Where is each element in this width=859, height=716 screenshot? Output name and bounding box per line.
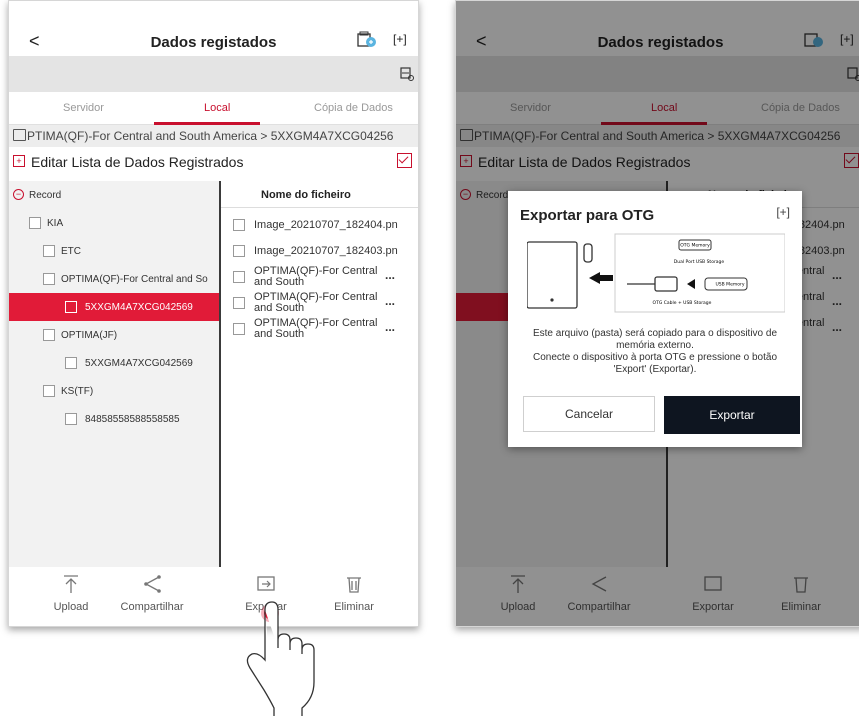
- file-row[interactable]: OPTIMA(QF)-For Central and South ...: [221, 265, 418, 291]
- file-checkbox[interactable]: [233, 297, 245, 309]
- pointing-hand-icon: [246, 601, 315, 716]
- file-name: OPTIMA(QF)-For Central and South: [254, 291, 378, 314]
- usb-memory-label: USB Memory: [716, 282, 745, 288]
- edit-list-label: Editar Lista de Dados Registrados: [31, 154, 244, 170]
- edit-list-icon[interactable]: +: [13, 155, 25, 167]
- file-checkbox[interactable]: [233, 219, 245, 231]
- export-otg-dialog: Exportar para OTG [+] OTG Memory Dual Po…: [508, 191, 802, 447]
- tree-item-optima-jf[interactable]: OPTIMA(JF): [9, 321, 219, 349]
- tab-copia-de-dados[interactable]: Cópia de Dados: [314, 102, 393, 114]
- tree-item-label: ETC: [61, 246, 81, 257]
- otg-memory-label: OTG Memory: [680, 243, 710, 249]
- edit-list-bar: + Editar Lista de Dados Registrados: [9, 148, 418, 176]
- export-device-icon[interactable]: [357, 31, 377, 48]
- file-name: OPTIMA(QF)-For Central and South: [254, 265, 378, 288]
- folder-tree: − Record KIA ETC OPTIMA(QF)-For Central …: [9, 181, 219, 567]
- more-options-button[interactable]: ...: [385, 320, 395, 334]
- dialog-message: Este arquivo (pasta) será copiado para o…: [518, 328, 792, 376]
- dialog-message-line1: Este arquivo (pasta) será copiado para o…: [532, 328, 778, 351]
- select-all-checkbox[interactable]: [397, 153, 412, 168]
- tree-item-vin[interactable]: 5XXGM4A7XCG042569: [9, 349, 219, 377]
- tab-servidor[interactable]: Servidor: [63, 102, 104, 114]
- column-header[interactable]: Nome do ficheiro: [221, 181, 418, 208]
- file-checkbox[interactable]: [233, 245, 245, 257]
- phone-screen-main: < Dados registados [+] Servidor Local Có…: [8, 0, 419, 627]
- file-checkbox[interactable]: [233, 323, 245, 335]
- share-label: Compartilhar: [120, 601, 184, 613]
- file-list: Nome do ficheiro Image_20210707_182404.p…: [221, 181, 418, 567]
- phone-screen-dialog: < Dados registados [+] Servidor Local Có…: [455, 0, 859, 627]
- tree-checkbox[interactable]: [43, 385, 55, 397]
- car-diagnostic-icon[interactable]: [400, 67, 414, 81]
- tree-checkbox[interactable]: [65, 413, 77, 425]
- fullscreen-icon[interactable]: [+]: [393, 32, 407, 46]
- dual-port-label: Dual Port USB Storage: [674, 259, 725, 265]
- dialog-message-line2: Conecte o dispositivo à porta OTG e pres…: [532, 352, 778, 375]
- column-header-label: Nome do ficheiro: [261, 189, 351, 201]
- bottom-action-bar: Upload Compartilhar Exportar Eliminar: [9, 567, 418, 626]
- file-row[interactable]: Image_20210707_182404.pn: [221, 213, 418, 239]
- tree-item-label: OPTIMA(QF)-For Central and So: [61, 274, 208, 285]
- tree-item-label: OPTIMA(JF): [61, 330, 118, 341]
- tree-checkbox[interactable]: [65, 357, 77, 369]
- collapse-icon[interactable]: −: [13, 189, 24, 200]
- breadcrumb-text: PTIMA(QF)-For Central and South America …: [27, 129, 394, 143]
- upload-icon: [64, 575, 78, 593]
- otg-connection-diagram: OTG Memory Dual Port USB Storage USB Mem…: [527, 233, 785, 313]
- tree-item-record[interactable]: − Record: [9, 181, 219, 209]
- tree-item-label: Record: [29, 190, 62, 201]
- tree-item-vin-ks[interactable]: 84858558588558585: [9, 405, 219, 433]
- app-header: < Dados registados [+]: [9, 1, 418, 56]
- tree-checkbox[interactable]: [43, 273, 55, 285]
- file-checkbox[interactable]: [233, 271, 245, 283]
- cancel-button[interactable]: Cancelar: [523, 396, 655, 432]
- file-row[interactable]: Image_20210707_182403.pn: [221, 239, 418, 265]
- upload-label: Upload: [53, 601, 89, 613]
- tree-item-vin-selected[interactable]: 5XXGM4A7XCG042569: [9, 293, 219, 321]
- tab-bar: Servidor Local Cópia de Dados: [9, 92, 418, 125]
- file-name: OPTIMA(QF)-For Central and South: [254, 317, 378, 340]
- tree-checkbox[interactable]: [43, 245, 55, 257]
- expand-icon[interactable]: [+]: [776, 205, 790, 219]
- share-icon: [144, 575, 161, 593]
- more-options-button[interactable]: ...: [385, 268, 395, 282]
- tree-item-label: KS(TF): [61, 386, 94, 397]
- tree-item-etc[interactable]: ETC: [9, 237, 219, 265]
- more-options-button[interactable]: ...: [385, 294, 395, 308]
- tree-checkbox[interactable]: [29, 217, 41, 229]
- tree-item-label: 84858558588558585: [85, 414, 180, 425]
- toolbar-strip: [9, 56, 418, 92]
- file-name: Image_20210707_182404.pn: [254, 219, 398, 231]
- tree-item-label: KIA: [47, 218, 64, 229]
- tree-item-label: 5XXGM4A7XCG042569: [85, 302, 193, 313]
- file-row[interactable]: OPTIMA(QF)-For Central and South ...: [221, 317, 418, 343]
- tree-item-label: 5XXGM4A7XCG042569: [85, 358, 193, 369]
- upload-button[interactable]: Upload: [26, 567, 116, 613]
- tab-local[interactable]: Local: [204, 102, 230, 114]
- file-row[interactable]: OPTIMA(QF)-For Central and South ...: [221, 291, 418, 317]
- tree-item-optima-qf[interactable]: OPTIMA(QF)-For Central and So: [9, 265, 219, 293]
- confirm-export-button[interactable]: Exportar: [664, 396, 800, 434]
- tree-item-kia[interactable]: KIA: [9, 209, 219, 237]
- share-button[interactable]: Compartilhar: [107, 567, 197, 613]
- tree-item-ks-tf[interactable]: KS(TF): [9, 377, 219, 405]
- tree-checkbox[interactable]: [65, 301, 77, 313]
- tree-checkbox[interactable]: [43, 329, 55, 341]
- otg-cable-label: OTG Cable + USB Storage: [653, 300, 712, 306]
- breadcrumb: PTIMA(QF)-For Central and South America …: [9, 125, 418, 147]
- dialog-title: Exportar para OTG: [520, 207, 655, 224]
- folder-icon: [13, 129, 26, 141]
- file-name: Image_20210707_182403.pn: [254, 245, 398, 257]
